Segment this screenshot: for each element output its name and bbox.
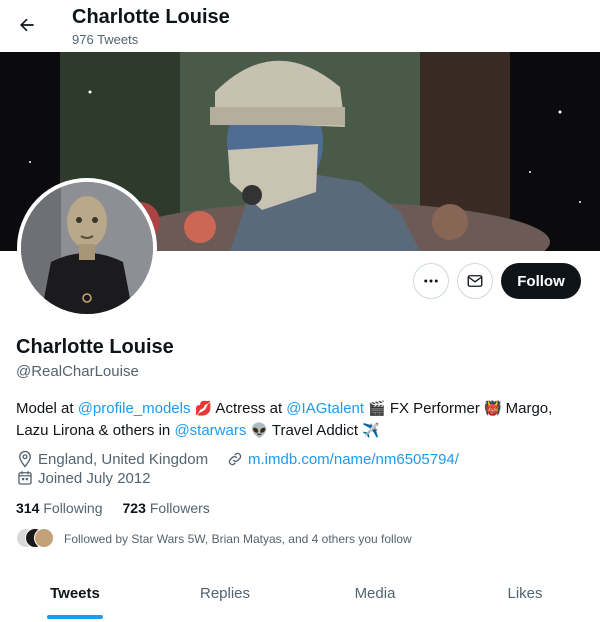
message-button[interactable] bbox=[457, 263, 493, 299]
followers-count: 723 bbox=[122, 500, 146, 516]
profile-location: England, United Kingdom bbox=[16, 450, 208, 468]
tab-label: Tweets bbox=[50, 585, 100, 602]
active-tab-indicator bbox=[47, 615, 103, 619]
avatar[interactable] bbox=[17, 178, 157, 318]
avatar-image bbox=[21, 182, 153, 314]
follow-button[interactable]: Follow bbox=[501, 263, 581, 299]
bio-text: Travel Addict bbox=[267, 422, 363, 439]
profile-bio: Model at @profile_models 💋 Actress at @I… bbox=[16, 398, 586, 442]
following-link[interactable]: 314 Following bbox=[16, 500, 103, 516]
mini-avatar bbox=[34, 528, 54, 548]
location-text: England, United Kingdom bbox=[38, 450, 209, 468]
profile-joined: Joined July 2012 bbox=[16, 469, 151, 487]
tweet-count: 976 Tweets bbox=[72, 32, 139, 47]
joined-text: Joined July 2012 bbox=[38, 469, 151, 487]
bio-text: Model at bbox=[16, 400, 78, 417]
clapper-icon: 🎬 bbox=[368, 401, 386, 417]
followers-label: Followers bbox=[149, 500, 210, 516]
header-title: Charlotte Louise bbox=[72, 6, 230, 28]
profile-tabs: Tweets Replies Media Likes bbox=[0, 565, 600, 622]
back-button[interactable] bbox=[10, 8, 44, 42]
airplane-icon: ✈️ bbox=[362, 423, 380, 439]
envelope-icon bbox=[467, 275, 483, 287]
tab-likes[interactable]: Likes bbox=[450, 565, 600, 622]
bio-text: FX Performer bbox=[385, 400, 485, 417]
bio-mention-profile-models[interactable]: @profile_models bbox=[78, 400, 191, 417]
more-button[interactable] bbox=[413, 263, 449, 299]
top-bar: Charlotte Louise 976 Tweets bbox=[0, 0, 600, 52]
followed-by-avatars bbox=[16, 528, 56, 550]
followed-by[interactable]: Followed by Star Wars 5W, Brian Matyas, … bbox=[16, 528, 412, 550]
tab-replies[interactable]: Replies bbox=[150, 565, 300, 622]
ogre-icon: 👹 bbox=[484, 401, 502, 417]
more-dots-icon bbox=[424, 279, 438, 283]
calendar-icon bbox=[18, 471, 32, 485]
location-pin-icon bbox=[19, 450, 31, 468]
alien-icon: 👽 bbox=[250, 423, 268, 439]
website-link[interactable]: m.imdb.com/name/nm6505794/ bbox=[248, 451, 459, 468]
profile-name: Charlotte Louise bbox=[16, 336, 174, 358]
followers-link[interactable]: 723 Followers bbox=[123, 500, 210, 516]
link-icon bbox=[228, 452, 242, 466]
tab-label: Replies bbox=[199, 585, 251, 602]
follow-stats: 314 Following 723 Followers bbox=[16, 500, 210, 516]
tab-label: Media bbox=[354, 585, 396, 602]
profile-website[interactable]: m.imdb.com/name/nm6505794/ bbox=[226, 450, 459, 468]
lips-icon: 💋 bbox=[194, 401, 213, 417]
following-label: Following bbox=[43, 500, 103, 516]
tab-tweets[interactable]: Tweets bbox=[0, 565, 150, 622]
bio-mention-starwars[interactable]: @starwars bbox=[174, 422, 246, 439]
bio-mention-iagtalent[interactable]: @IAGtalent bbox=[286, 400, 364, 417]
tab-media[interactable]: Media bbox=[300, 565, 450, 622]
following-count: 314 bbox=[16, 500, 40, 516]
tab-label: Likes bbox=[507, 585, 543, 602]
arrow-left-icon bbox=[20, 18, 34, 32]
profile-handle: @RealCharLouise bbox=[16, 363, 139, 380]
bio-text: Actress at bbox=[212, 400, 287, 417]
followed-by-text: Followed by Star Wars 5W, Brian Matyas, … bbox=[64, 532, 412, 546]
